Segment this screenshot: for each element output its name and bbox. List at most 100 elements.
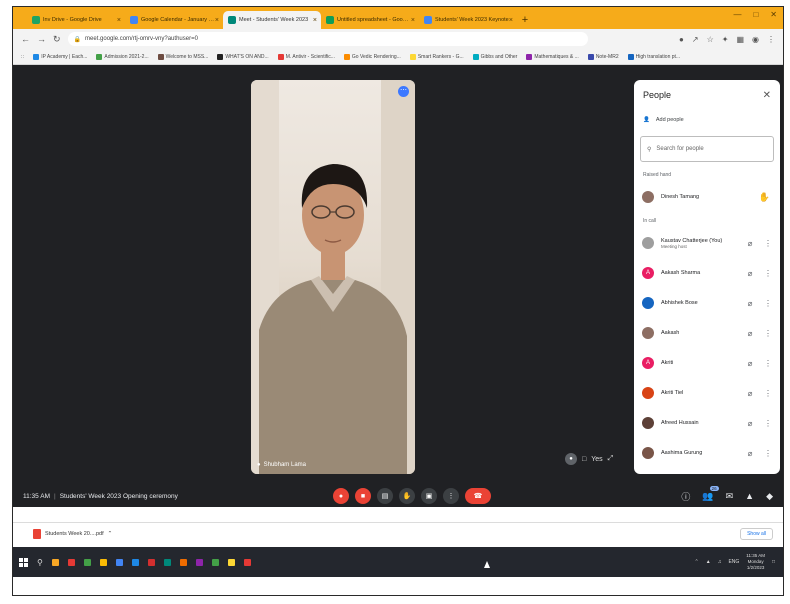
chevron-up-icon[interactable]: ⌃ [108, 531, 113, 537]
present-button[interactable]: ▣ [421, 488, 437, 504]
participant-row[interactable]: Abhishek Bose ⌀ ⋮ [634, 288, 780, 318]
participant-more-icon[interactable]: ⋮ [764, 419, 772, 428]
taskbar-app-icon[interactable] [131, 558, 139, 566]
layout-icon[interactable]: □ [582, 456, 586, 463]
participant-video-tile[interactable]: ⋯ ● Shubham Lama [251, 80, 415, 474]
participant-row[interactable]: Kaustav Chatterjee (You) Meeting host ⌀ ⋮ [634, 228, 780, 258]
tab-close-icon[interactable]: × [313, 17, 317, 24]
tab-close-icon[interactable]: × [215, 17, 219, 24]
mic-muted-icon[interactable]: ⌀ [743, 329, 757, 338]
participant-row[interactable]: Aakash ⌀ ⋮ [634, 318, 780, 348]
mic-toggle-button[interactable]: ● [333, 488, 349, 504]
bookmark-item[interactable]: Note-MR2 [587, 53, 619, 60]
mic-muted-icon[interactable]: ⌀ [743, 359, 757, 368]
taskbar-app-icon[interactable] [163, 558, 171, 566]
taskbar-app-icon[interactable] [179, 558, 187, 566]
host-controls-icon[interactable]: ◆ [766, 491, 773, 502]
participant-more-icon[interactable]: ⋮ [764, 299, 772, 308]
chat-icon[interactable]: ✉ [726, 491, 734, 502]
mic-muted-icon[interactable]: ⌀ [743, 299, 757, 308]
browser-tab[interactable]: Inv Drive - Google Drive × [27, 11, 125, 29]
participant-row[interactable]: A Akriti ⌀ ⋮ [634, 348, 780, 378]
tile-options-icon[interactable]: ⋯ [398, 86, 409, 97]
bookmark-item[interactable]: Welcome to MSS... [157, 53, 208, 60]
tab-close-icon[interactable]: × [117, 17, 121, 24]
captions-button[interactable]: ▤ [377, 488, 393, 504]
network-icon[interactable]: ▲ [706, 559, 711, 565]
download-item[interactable]: Students Week 20....pdf ⌃ [33, 528, 113, 539]
star-icon[interactable]: ☆ [707, 35, 714, 44]
mic-muted-icon[interactable]: ⌀ [743, 419, 757, 428]
participant-more-icon[interactable]: ⋮ [764, 329, 772, 338]
forward-icon[interactable]: → [37, 34, 46, 44]
browser-tab[interactable]: Students' Week 2023 Keynote × [419, 11, 517, 29]
people-button[interactable]: 👥 26 [702, 485, 719, 502]
reload-icon[interactable]: ↻ [53, 34, 61, 45]
participant-more-icon[interactable]: ⋮ [764, 389, 772, 398]
bookmark-item[interactable]: WHAT'S ON AND... [217, 53, 269, 60]
menu-dots-icon[interactable]: ⋮ [767, 35, 775, 44]
bookmark-item[interactable]: Gibbs and Other [472, 53, 517, 60]
tray-chevron-icon[interactable]: ⌃ [695, 559, 699, 565]
browser-tab[interactable]: Meet - Students' Week 2023 × [223, 11, 321, 29]
participant-row[interactable]: A Aakash Sharma ⌀ ⋮ [634, 258, 780, 288]
bookmark-item[interactable]: Admission 2021-2... [96, 53, 149, 60]
browser-tab[interactable]: Untitled spreadsheet - Google S × [321, 11, 419, 29]
close-panel-icon[interactable]: ✕ [763, 90, 771, 101]
back-icon[interactable]: ← [21, 34, 30, 44]
participant-row[interactable]: Dinesh Tamang ✋ [634, 182, 780, 212]
mic-muted-icon[interactable]: ⌀ [743, 239, 757, 248]
taskbar-app-icon[interactable] [51, 558, 59, 566]
sidebar-icon[interactable]: ▦ [736, 35, 744, 44]
camera-toggle-button[interactable]: ■ [355, 488, 371, 504]
participant-more-icon[interactable]: ⋮ [764, 449, 772, 458]
taskbar-app-icon[interactable] [227, 558, 235, 566]
bookmark-item[interactable]: M. Antivir - Scientific... [277, 53, 335, 60]
participant-more-icon[interactable]: ⋮ [764, 359, 772, 368]
taskbar-app-icon[interactable] [211, 558, 219, 566]
participant-row[interactable]: Aashima Gurung ⌀ ⋮ [634, 438, 780, 468]
tab-close-icon[interactable]: × [411, 17, 415, 24]
activities-icon[interactable]: ▲ [745, 491, 754, 501]
mic-muted-icon[interactable]: ⌀ [743, 269, 757, 278]
bookmark-item[interactable]: High translation pt... [627, 53, 680, 60]
add-people-button[interactable]: 👤 Add people [634, 110, 780, 130]
browser-tab[interactable]: Google Calendar - January 2023 × [125, 11, 223, 29]
participant-more-icon[interactable]: ⋮ [764, 269, 772, 278]
more-options-button[interactable]: ⋮ [443, 488, 459, 504]
participant-row[interactable]: Akriti Tiel ⌀ ⋮ [634, 378, 780, 408]
taskbar-search-icon[interactable]: ⚲ [37, 558, 43, 567]
apps-grid-icon[interactable]: ∷ [21, 54, 24, 60]
camera-icon[interactable]: ● [679, 35, 684, 44]
language-indicator[interactable]: ENG [728, 559, 739, 565]
new-tab-button[interactable]: + [517, 11, 533, 29]
taskbar-app-icon[interactable] [147, 558, 155, 566]
mic-muted-icon[interactable]: ⌀ [743, 389, 757, 398]
captions-icon[interactable]: ● [565, 453, 577, 465]
bookmark-item[interactable]: Mathematiques & ... [526, 53, 579, 60]
url-field[interactable]: 🔒 meet.google.com/rtj-omrv-vny?authuser=… [67, 32, 588, 46]
bookmark-item[interactable]: Go Vedic Rendering... [343, 53, 401, 60]
taskbar-app-icon[interactable] [99, 558, 107, 566]
taskbar-app-icon[interactable] [195, 558, 203, 566]
taskbar-app-icon[interactable] [67, 558, 75, 566]
participant-more-icon[interactable]: ⋮ [764, 239, 772, 248]
maximize-icon[interactable]: □ [753, 10, 758, 19]
tile-tool-label[interactable]: Yes [591, 456, 602, 463]
people-search-input[interactable]: ⚲ Search for people [640, 136, 774, 162]
bookmark-item[interactable]: IP Academy | Each... [33, 53, 87, 60]
bookmark-item[interactable]: Smart Rankers - G... [409, 53, 464, 60]
leave-call-button[interactable]: ☎ [465, 488, 491, 504]
taskbar-clock[interactable]: 11:35 AM Monday 1/2/2023 [746, 553, 765, 571]
taskbar-app-icon[interactable] [115, 558, 123, 566]
puzzle-icon[interactable]: ✦ [722, 35, 729, 44]
tab-close-icon[interactable]: × [509, 17, 513, 24]
profile-icon[interactable]: ◉ [752, 35, 759, 44]
close-window-icon[interactable]: ✕ [770, 10, 777, 19]
volume-icon[interactable]: ♫ [718, 559, 722, 565]
info-icon[interactable]: ⓘ [681, 490, 690, 503]
show-all-button[interactable]: Show all [740, 527, 773, 540]
participant-row[interactable]: Afreed Hussain ⌀ ⋮ [634, 408, 780, 438]
mic-muted-icon[interactable]: ⌀ [743, 449, 757, 458]
share-icon[interactable]: ↗ [692, 35, 699, 44]
